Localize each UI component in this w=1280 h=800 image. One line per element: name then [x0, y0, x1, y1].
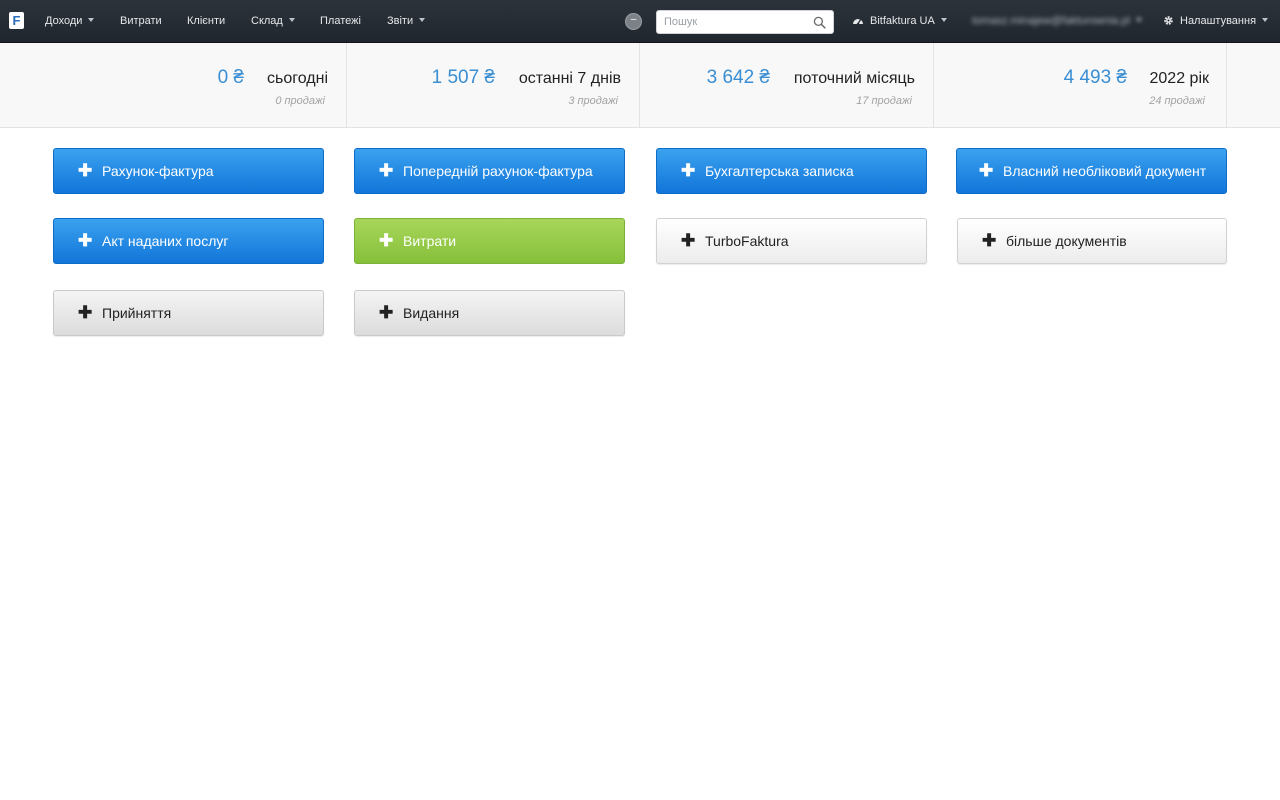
- search-input[interactable]: [664, 14, 804, 30]
- plus-icon: ✚: [379, 161, 394, 180]
- chevron-down-icon: [88, 18, 95, 23]
- user-menu[interactable]: tomasz.minajew@fakturownia.pl: [972, 0, 1142, 43]
- turbofaktura-button[interactable]: ✚ TurboFaktura: [656, 218, 927, 264]
- new-accounting-note-button[interactable]: ✚ Бухгалтерська записка: [656, 148, 927, 194]
- stat-current-month[interactable]: 3 642 ₴ поточний місяць 17 продажі: [640, 43, 934, 128]
- search-box: [656, 10, 834, 34]
- top-navbar: F Доходи Витрати Клієнти Склад Платежі З…: [0, 0, 1280, 43]
- button-label: Попередній рахунок-фактура: [403, 163, 593, 179]
- settings-label: Налаштування: [1180, 15, 1257, 27]
- button-label: Рахунок-фактура: [102, 163, 214, 179]
- stat-today[interactable]: 0 ₴ сьогодні 0 продажі: [53, 43, 347, 128]
- sales-stats-bar: 0 ₴ сьогодні 0 продажі 1 507 ₴ останні 7…: [0, 43, 1280, 128]
- new-service-act-button[interactable]: ✚ Акт наданих послуг: [53, 218, 324, 264]
- stat-period-label: останні 7 днів: [518, 70, 621, 87]
- plus-icon: ✚: [379, 303, 394, 322]
- stat-amount: 4 493 ₴: [1063, 67, 1127, 88]
- chevron-down-icon: [1135, 18, 1142, 23]
- gear-icon: [1164, 15, 1173, 25]
- nav-warehouse-label: Склад: [251, 15, 283, 27]
- company-name: Bitfaktura UA: [870, 15, 935, 27]
- user-email: tomasz.minajew@fakturownia.pl: [972, 15, 1130, 27]
- stat-sales-count: 0 продажі: [275, 95, 325, 107]
- nav-income-label: Доходи: [45, 15, 83, 27]
- button-label: Власний необліковий документ: [1003, 163, 1207, 179]
- stat-sales-count: 3 продажі: [568, 95, 618, 107]
- stat-period-label: сьогодні: [267, 70, 328, 87]
- dashboard-icon: [853, 19, 863, 26]
- company-menu[interactable]: Bitfaktura UA: [852, 0, 947, 43]
- nav-warehouse-menu[interactable]: Склад: [251, 0, 295, 43]
- stat-year[interactable]: 4 493 ₴ 2022 рік 24 продажі: [934, 43, 1227, 128]
- new-issue-button[interactable]: ✚ Видання: [354, 290, 625, 336]
- stat-last-7-days[interactable]: 1 507 ₴ останні 7 днів 3 продажі: [347, 43, 640, 128]
- plus-icon: ✚: [78, 161, 93, 180]
- chevron-down-icon: [940, 18, 947, 23]
- button-label: Бухгалтерська записка: [705, 163, 854, 179]
- chevron-down-icon: [419, 18, 426, 23]
- new-expense-button[interactable]: ✚ Витрати: [354, 218, 625, 264]
- nav-expenses[interactable]: Витрати: [120, 0, 162, 43]
- chevron-down-icon: [1262, 18, 1269, 23]
- nav-reports-menu[interactable]: Звіти: [387, 0, 426, 43]
- stat-sales-count: 24 продажі: [1149, 95, 1205, 107]
- nav-clients[interactable]: Клієнти: [187, 0, 225, 43]
- nav-reports-label: Звіти: [387, 15, 414, 27]
- new-invoice-button[interactable]: ✚ Рахунок-фактура: [53, 148, 324, 194]
- nav-payments[interactable]: Платежі: [320, 0, 361, 43]
- stat-period-label: 2022 рік: [1149, 70, 1210, 87]
- nav-income-menu[interactable]: Доходи: [45, 0, 95, 43]
- plus-icon: ✚: [982, 231, 997, 250]
- plus-icon: ✚: [681, 161, 696, 180]
- plus-icon: ✚: [979, 161, 994, 180]
- button-label: Прийняття: [102, 305, 172, 321]
- plus-icon: ✚: [379, 231, 394, 250]
- plus-icon: ✚: [78, 303, 93, 322]
- button-label: Витрати: [403, 233, 457, 249]
- button-label: TurboFaktura: [705, 233, 789, 249]
- settings-menu[interactable]: Налаштування: [1163, 0, 1269, 43]
- plus-icon: ✚: [681, 231, 696, 250]
- stat-amount: 3 642 ₴: [706, 67, 770, 88]
- button-label: більше документів: [1006, 233, 1127, 249]
- status-indicator[interactable]: –: [625, 13, 642, 30]
- button-label: Акт наданих послуг: [102, 233, 229, 249]
- stat-amount: 1 507 ₴: [431, 67, 495, 88]
- plus-icon: ✚: [78, 231, 93, 250]
- search-icon[interactable]: [813, 16, 826, 29]
- button-label: Видання: [403, 305, 460, 321]
- app-logo[interactable]: F: [9, 12, 24, 29]
- more-documents-button[interactable]: ✚ більше документів: [957, 218, 1227, 264]
- new-proforma-button[interactable]: ✚ Попередній рахунок-фактура: [354, 148, 625, 194]
- stat-period-label: поточний місяць: [793, 70, 915, 87]
- chevron-down-icon: [288, 18, 295, 23]
- new-own-document-button[interactable]: ✚ Власний необліковий документ: [956, 148, 1227, 194]
- stat-amount: 0 ₴: [217, 67, 244, 88]
- stat-sales-count: 17 продажі: [856, 95, 912, 107]
- new-receipt-button[interactable]: ✚ Прийняття: [53, 290, 324, 336]
